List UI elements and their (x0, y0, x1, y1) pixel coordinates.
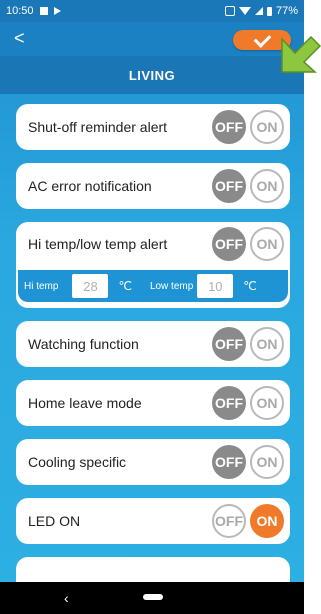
on-button[interactable]: ON (250, 227, 284, 261)
on-button[interactable]: ON (250, 327, 284, 361)
setting-row-cooling-specific: Cooling specific OFF ON (16, 439, 290, 485)
off-button[interactable]: OFF (212, 227, 246, 261)
low-temp-input[interactable]: 10 (197, 274, 234, 298)
temp-range-panel: Hi temp 28 ℃ Low temp 10 ℃ (18, 270, 288, 302)
on-button[interactable]: ON (250, 169, 284, 203)
toolbar: < (0, 22, 304, 56)
low-temp-label: Low temp (149, 280, 194, 292)
hi-temp-label: Hi temp (24, 280, 59, 292)
setting-label: Cooling specific (28, 454, 127, 470)
off-button[interactable]: OFF (212, 445, 246, 479)
background-strip (304, 0, 321, 614)
hi-temp-unit: ℃ (118, 279, 132, 293)
setting-label: Hi temp/low temp alert (28, 236, 168, 252)
toggle-group: OFF ON (212, 110, 284, 144)
off-button[interactable]: OFF (212, 386, 246, 420)
setting-row-shutoff-reminder: Shut-off reminder alert OFF ON (16, 104, 290, 150)
setting-label: Watching function (28, 336, 139, 352)
back-button[interactable]: < (14, 28, 25, 48)
off-button[interactable]: OFF (212, 327, 246, 361)
on-button[interactable]: ON (250, 110, 284, 144)
off-button[interactable]: OFF (212, 169, 246, 203)
battery-percent: 77% (275, 5, 298, 17)
off-button[interactable]: OFF (212, 504, 246, 538)
setting-label: Home leave mode (28, 395, 142, 411)
system-nav-bar: ‹ (0, 582, 304, 614)
battery-icon (266, 6, 272, 16)
signal-icon (254, 7, 263, 15)
status-time: 10:50 (6, 5, 34, 17)
toggle-group: OFF ON (212, 227, 284, 261)
on-button[interactable]: ON (250, 386, 284, 420)
play-store-icon (53, 7, 61, 15)
check-icon (253, 29, 271, 48)
wifi-icon (238, 7, 251, 15)
on-button[interactable]: ON (250, 445, 284, 479)
vibrate-icon (224, 6, 235, 16)
phone-screen: 10:50 77% < LIVING Shut-off reminder ale… (0, 0, 304, 614)
setting-label: LED ON (28, 513, 81, 529)
notification-icon (39, 7, 48, 15)
on-button[interactable]: ON (250, 504, 284, 538)
setting-row-hi-low-temp: Hi temp/low temp alert OFF ON Hi temp 28… (16, 222, 290, 308)
setting-row-led-on: LED ON OFF ON (16, 498, 290, 544)
hi-temp-input[interactable]: 28 (72, 274, 109, 298)
setting-row-ac-error: AC error notification OFF ON (16, 163, 290, 209)
toggle-group: OFF ON (212, 445, 284, 479)
off-button[interactable]: OFF (212, 110, 246, 144)
nav-home-button[interactable] (143, 594, 163, 600)
setting-row-home-leave: Home leave mode OFF ON (16, 380, 290, 426)
toggle-group: OFF ON (212, 386, 284, 420)
toggle-group: OFF ON (212, 504, 284, 538)
toggle-group: OFF ON (212, 169, 284, 203)
low-temp-unit: ℃ (243, 279, 257, 293)
page-title: LIVING (0, 56, 304, 94)
nav-back-button[interactable]: ‹ (64, 590, 69, 606)
settings-list: Shut-off reminder alert OFF ON AC error … (16, 104, 290, 597)
toggle-group: OFF ON (212, 327, 284, 361)
pointer-arrow-icon (281, 36, 321, 73)
status-bar: 10:50 77% (0, 0, 304, 22)
setting-label: AC error notification (28, 178, 152, 194)
setting-label: Shut-off reminder alert (28, 119, 168, 135)
setting-row-watching: Watching function OFF ON (16, 321, 290, 367)
